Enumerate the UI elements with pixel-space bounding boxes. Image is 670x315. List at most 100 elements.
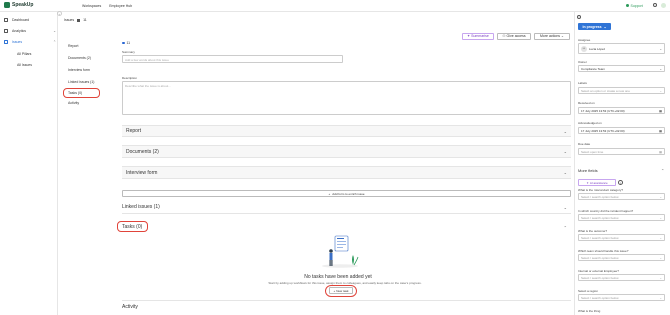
received-value: 17 July 2025 13:53 (UTC+02:00) xyxy=(581,108,625,113)
support-label: Support xyxy=(630,3,643,8)
nav-report[interactable]: Report xyxy=(68,44,79,48)
breadcrumb-issues[interactable]: Issues xyxy=(64,18,74,22)
ai-assistance-button[interactable]: ✦ AI assistance xyxy=(578,179,616,186)
summarise-button[interactable]: ✦ Summarise xyxy=(462,32,494,40)
app-logo[interactable]: SpeakUp xyxy=(4,2,33,8)
sidebar-item-issues[interactable]: Issues ⌃ xyxy=(4,40,56,44)
issue-number: 11 xyxy=(126,41,131,45)
select-placeholder: Select / search option below xyxy=(581,215,619,220)
highlight-ring-nav-tasks xyxy=(63,88,100,98)
assignee-label: Assignee xyxy=(578,38,591,42)
section-documents[interactable]: Documents (2) ⌄ xyxy=(122,145,571,158)
user-avatar[interactable] xyxy=(661,2,666,8)
status-dropdown[interactable]: In progress ⌄ xyxy=(578,23,611,30)
section-title: Linked issues (1) xyxy=(122,204,160,210)
sidebar-item-label: Dashboard xyxy=(12,18,30,22)
chevron-up-icon[interactable]: ⌃ xyxy=(53,40,56,44)
sparkle-icon: ✦ xyxy=(467,34,471,38)
labels-label: Labels xyxy=(578,81,587,85)
section-title: Activity xyxy=(122,303,138,310)
section-interview-form[interactable]: Interview form ⌄ xyxy=(122,166,571,179)
empty-tasks-illustration xyxy=(322,235,359,268)
give-access-label: Give access xyxy=(506,34,526,38)
nav-activity[interactable]: Activity xyxy=(68,101,79,105)
chevron-down-icon: ⌄ xyxy=(659,235,662,240)
panel-settings-gear-icon[interactable] xyxy=(577,15,581,19)
add-form-button[interactable]: + Add form to enrich issue xyxy=(122,190,571,197)
section-report[interactable]: Report ⌄ xyxy=(122,125,571,137)
field-label-thing: What is the thing xyxy=(578,309,601,313)
issues-icon xyxy=(4,40,8,44)
support-link[interactable]: Support xyxy=(626,4,643,8)
chevron-down-icon: ⌄ xyxy=(659,295,662,300)
chevron-down-icon: ⌄ xyxy=(659,66,662,71)
labels-placeholder: Select an option or create a new one xyxy=(581,88,630,93)
sidebar-item-dashboard[interactable]: Dashboard xyxy=(4,18,56,22)
info-icon[interactable]: i xyxy=(618,180,623,185)
description-textarea[interactable]: Describe what the issue is about... xyxy=(122,81,571,115)
calendar-icon: ▦ xyxy=(659,108,662,113)
nav-interview-form[interactable]: Interview form xyxy=(68,68,90,72)
section-title: Interview form xyxy=(126,169,158,176)
calendar-icon: ▦ xyxy=(659,128,662,133)
chevron-down-icon: ⌄ xyxy=(563,170,567,175)
nav-documents[interactable]: Documents (2) xyxy=(68,56,91,60)
chevron-up-icon[interactable]: ⌃ xyxy=(661,168,664,173)
chevron-down-icon[interactable]: ⌄ xyxy=(53,29,56,33)
misconduct-category-select[interactable]: Select / search option below ⌄ xyxy=(578,193,665,200)
employee-type-select[interactable]: Select / search option below ⌄ xyxy=(578,274,665,281)
due-date-input[interactable]: Select open time ▦ xyxy=(578,148,665,155)
summary-input[interactable]: Add a few words about this issue xyxy=(122,55,343,63)
settings-gear-icon[interactable] xyxy=(653,3,657,7)
chevron-down-icon: ⌄ xyxy=(659,255,662,260)
assignee-select[interactable]: LL Lucia López ⌄ xyxy=(578,43,665,54)
section-title: Report xyxy=(126,128,142,134)
received-date-input[interactable]: 17 July 2025 13:53 (UTC+02:00) ▦ xyxy=(578,107,665,114)
issue-status-dot-icon xyxy=(122,41,125,45)
owner-label: Owner xyxy=(578,60,587,64)
nav-employee-hub[interactable]: Employee Hub xyxy=(109,4,132,8)
chevron-down-icon: ⌄ xyxy=(659,194,662,199)
plus-icon: + xyxy=(328,191,331,196)
section-activity[interactable]: Activity xyxy=(122,300,571,312)
assignee-avatar: LL xyxy=(581,45,587,52)
highlight-ring-new-task xyxy=(325,284,357,297)
empty-tasks-title: No tasks have been added yet xyxy=(304,274,372,280)
sidebar-item-analytics[interactable]: Analytics ⌄ xyxy=(4,29,56,33)
sidebar-sub-all-pillars[interactable]: All Pillars xyxy=(17,52,31,56)
country-select[interactable]: Select / search option below ⌄ xyxy=(578,214,665,221)
acknowledged-label: Acknowledged on xyxy=(578,121,602,125)
give-access-button[interactable]: ⚇ Give access xyxy=(497,32,531,40)
section-linked-issues[interactable]: Linked issues (1) ⌄ xyxy=(122,201,571,214)
field-label-employee-type: Internal or external Employee? xyxy=(578,269,619,273)
people-icon: ⚇ xyxy=(502,34,506,38)
field-label-team: Which team should handle this issue? xyxy=(578,249,629,253)
sidebar-sub-all-issues[interactable]: All Issues xyxy=(17,63,32,67)
description-placeholder: Describe what the issue is about... xyxy=(125,83,171,88)
collapse-sidebar-button[interactable]: ‹ xyxy=(57,11,62,16)
outcome-select[interactable]: Select / search option below ⌄ xyxy=(578,234,665,241)
more-actions-button[interactable]: More actions ⌄ xyxy=(534,32,570,40)
labels-select[interactable]: Select an option or create a new one ⌄ xyxy=(578,87,665,94)
team-select[interactable]: Select / search option below ⌄ xyxy=(578,254,665,261)
calendar-icon: ▦ xyxy=(659,149,662,154)
support-icon xyxy=(626,4,629,7)
region-select[interactable]: Select / search option below ⌄ xyxy=(578,294,665,301)
select-placeholder: Select / search option below xyxy=(581,255,619,260)
ai-assistance-label: AI assistance xyxy=(589,180,608,185)
due-date-label: Due date xyxy=(578,142,591,146)
nav-workspaces[interactable]: Workspaces xyxy=(82,4,101,8)
chevron-down-icon: ⌄ xyxy=(561,34,564,38)
chevron-down-icon: ⌄ xyxy=(659,46,662,51)
received-label: Received on xyxy=(578,101,595,105)
more-fields-toggle[interactable]: More fields xyxy=(578,168,598,173)
owner-value: Compliance Team xyxy=(581,66,605,71)
select-placeholder: Select / search option below xyxy=(581,295,619,300)
speakup-logo-icon xyxy=(4,2,10,8)
acknowledged-date-input[interactable]: 17 July 2025 13:53 (UTC+02:00) ▦ xyxy=(578,127,665,134)
owner-select[interactable]: Compliance Team ⌄ xyxy=(578,65,665,72)
section-tasks[interactable]: Tasks (0) ⌃ xyxy=(122,221,571,233)
chevron-down-icon: ⌄ xyxy=(659,275,662,280)
sparkle-icon: ✦ xyxy=(586,180,589,185)
nav-linked-issues[interactable]: Linked issues (1) xyxy=(68,80,94,84)
